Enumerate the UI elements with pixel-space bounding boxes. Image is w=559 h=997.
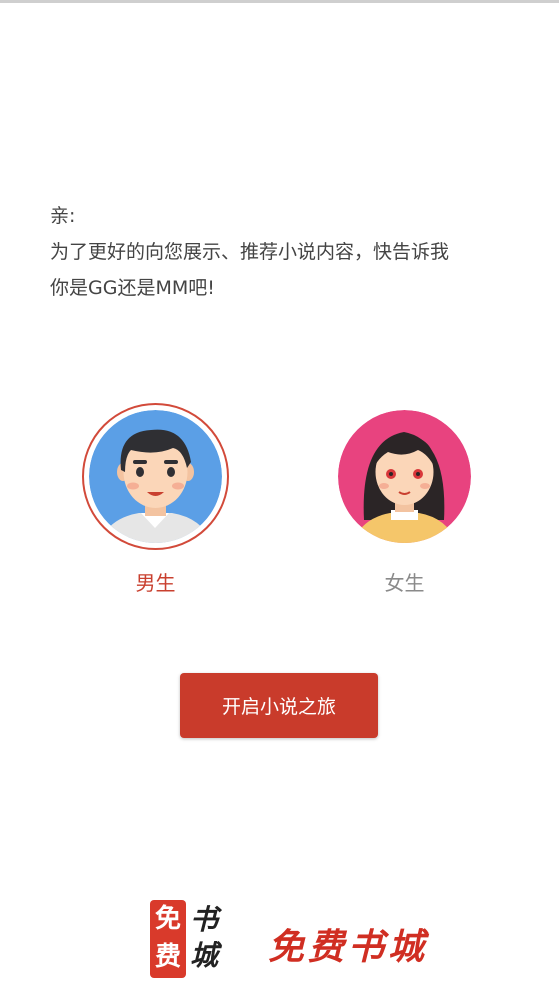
female-avatar-icon bbox=[338, 410, 471, 543]
greeting-line-2: 为了更好的向您展示、推荐小说内容，快告诉我 bbox=[50, 241, 450, 263]
greeting-line-1: 亲: bbox=[50, 205, 76, 227]
logo-side-char-1: 书 bbox=[190, 903, 219, 936]
greeting-line-3: 你是GG还是MM吧! bbox=[50, 277, 215, 299]
female-option[interactable] bbox=[331, 403, 478, 550]
start-reading-button[interactable]: 开启小说之旅 bbox=[180, 673, 378, 738]
greeting-text: 亲: 为了更好的向您展示、推荐小说内容，快告诉我 你是GG还是MM吧! bbox=[50, 198, 520, 306]
female-label[interactable]: 女生 bbox=[331, 567, 478, 596]
logo-char-2: 费 bbox=[154, 942, 181, 972]
logo-side-char-2: 城 bbox=[190, 939, 219, 972]
app-name: 免费书城 bbox=[268, 926, 429, 968]
male-label[interactable]: 男生 bbox=[82, 567, 229, 596]
app-logo: 免 费 bbox=[150, 900, 186, 978]
male-option[interactable] bbox=[82, 403, 229, 550]
logo-char-1: 免 bbox=[154, 904, 181, 934]
logo-side-text: 书 城 bbox=[190, 902, 230, 974]
status-bar-line bbox=[0, 0, 559, 3]
male-avatar-icon bbox=[89, 410, 222, 543]
